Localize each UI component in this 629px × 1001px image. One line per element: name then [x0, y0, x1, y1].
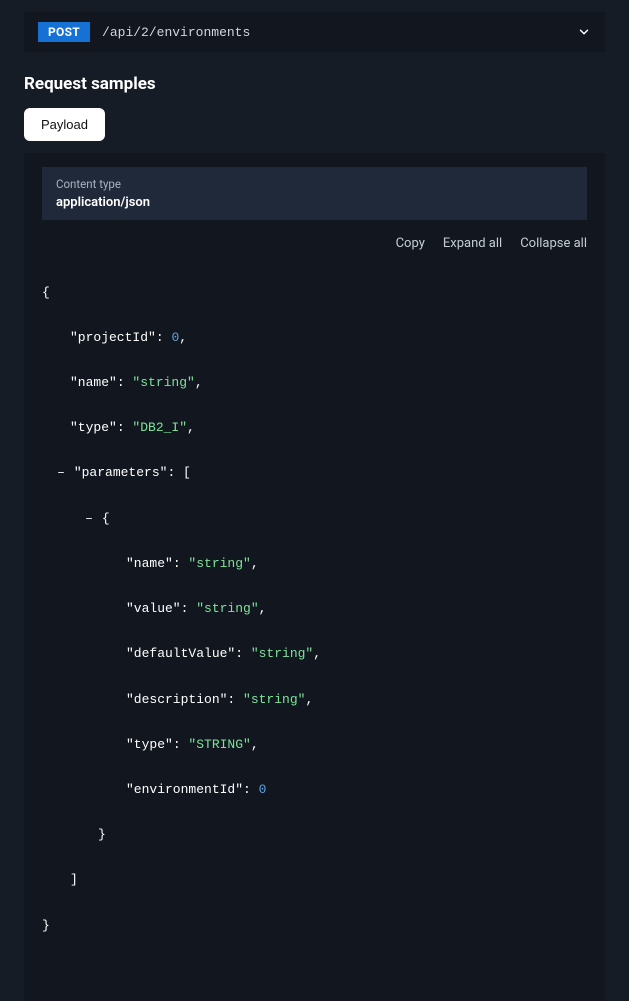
json-key: "type" — [70, 420, 117, 435]
json-token: : — [173, 737, 189, 752]
collapse-all-button[interactable]: Collapse all — [520, 236, 587, 251]
json-token: , — [187, 420, 195, 435]
json-token: : — [181, 601, 197, 616]
json-key: "parameters" — [74, 465, 168, 480]
json-token: , — [313, 646, 321, 661]
json-value: "string" — [188, 556, 250, 571]
json-sample: { "projectId": 0, "name": "string", "typ… — [42, 259, 587, 983]
json-token: : — [167, 465, 183, 480]
json-value: "string" — [132, 375, 194, 390]
json-token: : — [243, 782, 259, 797]
json-key: "type" — [126, 737, 173, 752]
json-token: , — [259, 601, 267, 616]
json-token: , — [251, 737, 259, 752]
json-token: : — [117, 420, 133, 435]
json-key: "defaultValue" — [126, 646, 235, 661]
json-token: : — [235, 646, 251, 661]
json-token: : — [117, 375, 133, 390]
json-key: "projectId" — [70, 330, 156, 345]
json-token: [ — [183, 465, 191, 480]
tab-payload[interactable]: Payload — [24, 108, 105, 141]
section-heading: Request samples — [24, 74, 605, 94]
chevron-down-icon[interactable] — [577, 25, 591, 39]
expand-all-button[interactable]: Expand all — [443, 236, 502, 251]
content-type-label: Content type — [56, 177, 573, 191]
json-token: : — [156, 330, 172, 345]
json-key: "description" — [126, 692, 227, 707]
json-token: , — [251, 556, 259, 571]
json-value: "STRING" — [188, 737, 250, 752]
json-token: } — [42, 918, 50, 933]
json-key: "name" — [126, 556, 173, 571]
json-key: "value" — [126, 601, 181, 616]
json-token: , — [179, 330, 187, 345]
json-token: } — [98, 827, 106, 842]
json-value: "string" — [251, 646, 313, 661]
content-type-box: Content type application/json — [42, 167, 587, 220]
json-token: , — [195, 375, 203, 390]
json-value: 0 — [259, 782, 267, 797]
json-token: : — [173, 556, 189, 571]
endpoint-summary[interactable]: POST /api/2/environments — [24, 12, 605, 52]
endpoint-path: /api/2/environments — [102, 25, 250, 40]
json-value: "string" — [196, 601, 258, 616]
json-key: "name" — [70, 375, 117, 390]
sample-panel: Content type application/json Copy Expan… — [24, 153, 605, 1001]
json-token: { — [102, 511, 110, 526]
json-token: , — [305, 692, 313, 707]
copy-button[interactable]: Copy — [396, 236, 425, 251]
json-token: : — [227, 692, 243, 707]
collapse-toggle[interactable]: – — [84, 508, 94, 531]
code-actions-row: Copy Expand all Collapse all — [42, 226, 587, 259]
json-token: ] — [70, 872, 78, 887]
http-method-badge: POST — [38, 22, 90, 42]
json-key: "environmentId" — [126, 782, 243, 797]
json-value: "DB2_I" — [132, 420, 187, 435]
content-type-value: application/json — [56, 195, 573, 210]
json-value: "string" — [243, 692, 305, 707]
json-token: { — [42, 285, 50, 300]
collapse-toggle[interactable]: – — [56, 462, 66, 485]
